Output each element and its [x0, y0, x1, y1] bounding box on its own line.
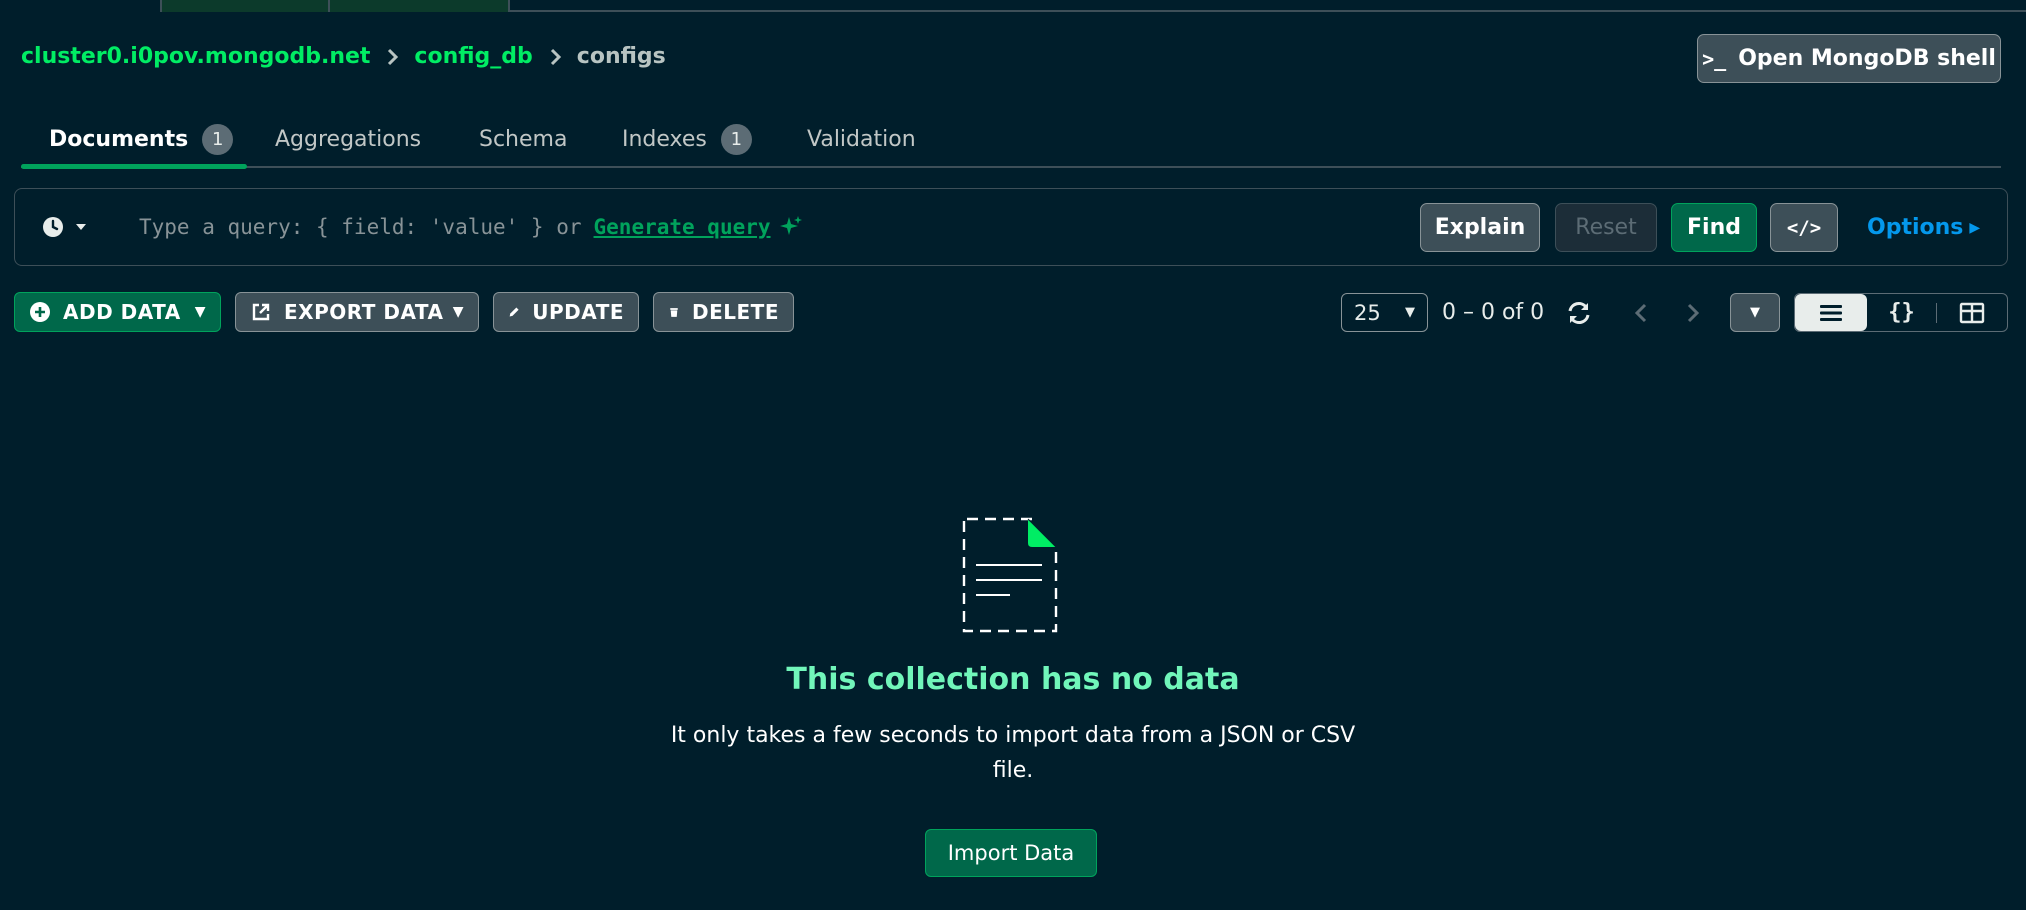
- window-tab[interactable]: [330, 0, 510, 12]
- table-view-button[interactable]: [1937, 294, 2007, 331]
- export-data-label: EXPORT DATA: [284, 300, 444, 324]
- caret-down-icon: ▼: [1750, 305, 1760, 320]
- query-history-button[interactable]: [41, 215, 89, 239]
- tab-aggregations[interactable]: Aggregations: [275, 110, 421, 168]
- query-placeholder: Type a query: { field: 'value' } or: [139, 215, 582, 239]
- terminal-icon: >_: [1702, 46, 1727, 71]
- view-switcher: {}: [1794, 293, 2008, 332]
- options-label: Options: [1867, 215, 1964, 240]
- delete-button[interactable]: DELETE: [653, 292, 794, 332]
- page-range: 0 – 0 of 0: [1442, 300, 1545, 325]
- page-size-select[interactable]: 25 ▼: [1341, 293, 1428, 332]
- tab-count-badge: 1: [202, 123, 234, 155]
- caret-down-icon: ▼: [452, 304, 464, 320]
- tab-label: Indexes: [622, 126, 707, 152]
- table-view-icon: [1959, 302, 1985, 323]
- explain-button[interactable]: Explain: [1420, 203, 1540, 252]
- page-size-value: 25: [1354, 300, 1381, 325]
- breadcrumb-collection: configs: [576, 44, 666, 69]
- tab-validation[interactable]: Validation: [807, 110, 916, 168]
- collection-tabs: Documents 1 Aggregations Schema Indexes …: [21, 110, 2001, 169]
- refresh-icon[interactable]: [1566, 300, 1592, 326]
- tab-label: Schema: [479, 126, 568, 152]
- window-tab[interactable]: [160, 0, 330, 12]
- pencil-icon: [509, 307, 519, 317]
- chevron-left-icon[interactable]: [1630, 301, 1654, 325]
- options-toggle[interactable]: Options ▶: [1867, 215, 1980, 240]
- chevron-right-icon: [388, 48, 399, 65]
- export-data-button[interactable]: EXPORT DATA ▼: [235, 292, 479, 332]
- tab-indexes[interactable]: Indexes 1: [622, 110, 752, 168]
- caret-right-icon: ▶: [1969, 219, 1981, 236]
- tab-documents[interactable]: Documents 1: [49, 110, 234, 168]
- empty-state-title: This collection has no data: [786, 662, 1240, 697]
- chevron-right-icon[interactable]: [1680, 301, 1704, 325]
- json-view-button[interactable]: {}: [1867, 294, 1937, 331]
- trash-icon: [670, 308, 678, 317]
- more-options-button[interactable]: ▼: [1730, 293, 1780, 332]
- active-tab-indicator: [21, 164, 247, 169]
- open-shell-label: Open MongoDB shell: [1738, 46, 1996, 71]
- caret-down-icon: ▼: [1405, 305, 1415, 320]
- update-label: UPDATE: [532, 300, 624, 324]
- clock-icon: [43, 217, 63, 237]
- caret-down-icon: [76, 224, 86, 230]
- open-shell-button[interactable]: >_ Open MongoDB shell: [1697, 34, 2001, 83]
- reset-button[interactable]: Reset: [1555, 203, 1657, 252]
- list-view-icon: [1819, 304, 1842, 321]
- delete-label: DELETE: [692, 300, 779, 324]
- generate-query-link[interactable]: Generate query: [594, 215, 771, 239]
- query-input[interactable]: Type a query: { field: 'value' } or Gene…: [139, 215, 803, 239]
- find-button[interactable]: Find: [1671, 203, 1757, 252]
- breadcrumb-cluster[interactable]: cluster0.i0pov.mongodb.net: [21, 44, 370, 69]
- caret-down-icon: ▼: [194, 304, 206, 320]
- chevron-right-icon: [550, 48, 561, 65]
- import-data-button[interactable]: Import Data: [925, 829, 1097, 877]
- tab-label: Aggregations: [275, 126, 422, 152]
- window-tab-strip: [0, 0, 2026, 12]
- breadcrumb: cluster0.i0pov.mongodb.net config_db con…: [21, 44, 666, 69]
- tab-label: Documents: [49, 126, 189, 152]
- add-data-button[interactable]: ADD DATA ▼: [14, 292, 221, 332]
- code-toggle-button[interactable]: </>: [1770, 203, 1838, 252]
- empty-state-description: It only takes a few seconds to import da…: [670, 723, 1356, 783]
- breadcrumb-database[interactable]: config_db: [414, 44, 532, 69]
- add-data-label: ADD DATA: [63, 300, 181, 324]
- document-icon: [962, 517, 1058, 633]
- sparkle-icon: [779, 216, 802, 235]
- tab-schema[interactable]: Schema: [479, 110, 567, 168]
- update-button[interactable]: UPDATE: [493, 292, 639, 332]
- query-bar: Type a query: { field: 'value' } or Gene…: [14, 188, 2008, 266]
- export-icon: [252, 303, 270, 321]
- list-view-button[interactable]: [1795, 294, 1867, 331]
- tab-count-badge: 1: [720, 123, 752, 155]
- plus-circle-icon: [30, 302, 50, 322]
- tab-label: Validation: [807, 126, 916, 152]
